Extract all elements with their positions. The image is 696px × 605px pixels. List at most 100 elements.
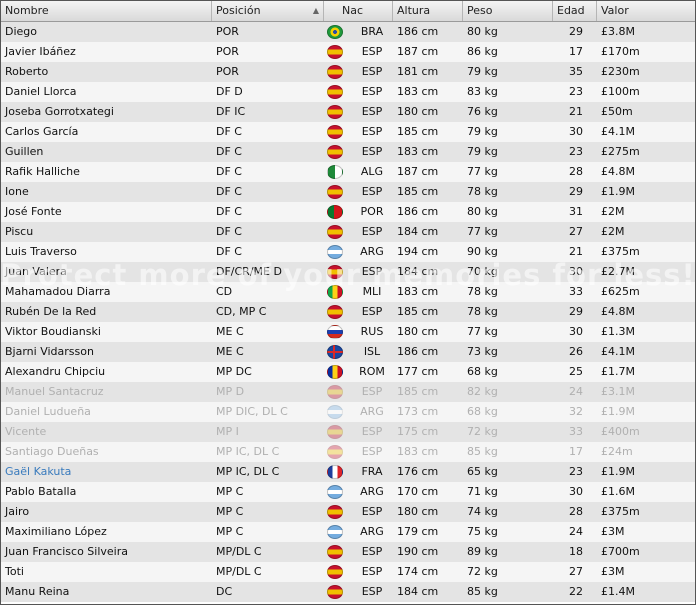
player-name[interactable]: Luis Traverso — [1, 242, 212, 262]
player-height: 180 cm — [397, 325, 439, 338]
player-height: 185 cm — [397, 185, 439, 198]
table-row[interactable]: Mahamadou Diarra CD MLI 183 cm 78 kg 33 £625m — [1, 282, 695, 302]
column-header-nombre[interactable]: Nombre — [1, 1, 212, 21]
table-row[interactable]: Bjarni Vidarsson ME C ISL 186 cm 73 kg 26 £4.1… — [1, 342, 695, 362]
player-name[interactable]: Alexandru Chipciu — [1, 362, 212, 382]
table-row[interactable]: Rubén De la Red CD, MP C ESP 185 cm 78 kg 29 £… — [1, 302, 695, 322]
player-name[interactable]: Juan Francisco Silveira — [1, 542, 212, 562]
player-name[interactable]: Maximiliano López — [1, 522, 212, 542]
player-name[interactable]: Manu Reina — [1, 582, 212, 602]
player-weight: 85 kg — [467, 445, 498, 458]
player-name[interactable]: Jairo — [1, 502, 212, 522]
table-row[interactable]: Jairo MP C ESP 180 cm 74 kg 28 £375m — [1, 502, 695, 522]
player-height: 185 cm — [397, 125, 439, 138]
table-row[interactable]: Carlos García DF C ESP 185 cm 79 kg 30 £4.1M — [1, 122, 695, 142]
player-value: £3M — [601, 565, 625, 578]
column-header-edad[interactable]: Edad — [553, 1, 597, 21]
table-row[interactable]: Gaël Kakuta MP IC, DL C FRA 176 cm 65 kg 23 £1… — [1, 462, 695, 482]
player-name[interactable]: José Fonte — [1, 202, 212, 222]
table-row[interactable]: Pablo Batalla MP C ARG 170 cm 71 kg 30 £1.6M — [1, 482, 695, 502]
table-row[interactable]: Diego POR BRA 186 cm 80 kg 29 £3.8M — [1, 22, 695, 42]
player-weight: 75 kg — [467, 525, 498, 538]
player-nationality: POR — [360, 205, 384, 218]
player-name[interactable]: Toti — [1, 562, 212, 582]
column-header-label: Nombre — [5, 4, 49, 17]
flag-cell — [327, 585, 343, 599]
player-name[interactable]: Rafik Halliche — [1, 162, 212, 182]
table-row[interactable]: Manu Reina DC ESP 184 cm 85 kg 22 £1.4M — [1, 582, 695, 602]
player-name[interactable]: Ione — [1, 182, 212, 202]
player-name[interactable]: Gaël Kakuta — [1, 462, 212, 482]
table-row[interactable]: Vicente MP I ESP 175 cm 72 kg 33 £400m — [1, 422, 695, 442]
player-weight: 80 kg — [467, 25, 498, 38]
player-name[interactable]: Daniel Ludueña — [1, 402, 212, 422]
player-height: 184 cm — [397, 265, 439, 278]
player-name[interactable]: Piscu — [1, 222, 212, 242]
player-age: 30 — [569, 485, 583, 498]
table-row[interactable]: Alexandru Chipciu MP DC ROM 177 cm 68 kg 25 £1… — [1, 362, 695, 382]
player-name[interactable]: Santiago Dueñas — [1, 442, 212, 462]
player-value: £1.3M — [601, 325, 635, 338]
player-name[interactable]: Rubén De la Red — [1, 302, 212, 322]
table-row[interactable]: Guillen DF C ESP 183 cm 79 kg 23 £275m — [1, 142, 695, 162]
table-row[interactable]: Daniel Llorca DF D ESP 183 cm 83 kg 23 £100m — [1, 82, 695, 102]
player-value: £2M — [601, 205, 625, 218]
player-value: £1.6M — [601, 485, 635, 498]
player-weight: 79 kg — [467, 145, 498, 158]
player-age: 26 — [569, 345, 583, 358]
player-height: 187 cm — [397, 165, 439, 178]
table-row[interactable]: Manuel Santacruz MP D ESP 185 cm 82 kg 24 £3.1… — [1, 382, 695, 402]
player-name[interactable]: Mahamadou Diarra — [1, 282, 212, 302]
player-name[interactable]: Manuel Santacruz — [1, 382, 212, 402]
player-name[interactable]: Carlos García — [1, 122, 212, 142]
table-row[interactable]: Roberto POR ESP 181 cm 79 kg 35 £230m — [1, 62, 695, 82]
player-name[interactable]: Joseba Gorrotxategi — [1, 102, 212, 122]
player-name[interactable]: Diego — [1, 22, 212, 42]
player-value: £625m — [601, 285, 640, 298]
table-row[interactable]: Javier Ibáñez POR ESP 187 cm 86 kg 17 £170m — [1, 42, 695, 62]
table-row[interactable]: Luis Traverso DF C ARG 194 cm 90 kg 21 £375m — [1, 242, 695, 262]
player-position: MP DIC, DL C — [216, 405, 288, 418]
player-name[interactable]: Pablo Batalla — [1, 482, 212, 502]
player-value: £375m — [601, 245, 640, 258]
player-name[interactable]: Bjarni Vidarsson — [1, 342, 212, 362]
player-name[interactable]: Javier Ibáñez — [1, 42, 212, 62]
player-value: £1.9M — [601, 185, 635, 198]
table-row[interactable]: Piscu DF C ESP 184 cm 77 kg 27 £2M — [1, 222, 695, 242]
player-weight: 83 kg — [467, 85, 498, 98]
table-row[interactable]: Juan Valera DF/CR/ME D ESP 184 cm 70 kg 30 £2.… — [1, 262, 695, 282]
spain-flag-icon — [327, 45, 343, 59]
column-header-altura[interactable]: Altura — [393, 1, 463, 21]
player-name[interactable]: Juan Valera — [1, 262, 212, 282]
table-row[interactable]: José Fonte DF C POR 186 cm 80 kg 31 £2M — [1, 202, 695, 222]
column-header-nac[interactable]: Nac — [324, 1, 393, 21]
table-row[interactable]: Daniel Ludueña MP DIC, DL C ARG 173 cm 68 kg… — [1, 402, 695, 422]
player-name[interactable]: Guillen — [1, 142, 212, 162]
player-nationality: ESP — [361, 125, 383, 138]
table-row[interactable]: Juan Francisco Silveira MP/DL C ESP 190 cm 8… — [1, 542, 695, 562]
player-name[interactable]: Daniel Llorca — [1, 82, 212, 102]
column-header-peso[interactable]: Peso — [463, 1, 553, 21]
table-row[interactable]: Santiago Dueñas MP IC, DL C ESP 183 cm 85 kg… — [1, 442, 695, 462]
flag-cell — [327, 425, 343, 439]
player-age: 17 — [569, 445, 583, 458]
player-name[interactable]: Viktor Boudianski — [1, 322, 212, 342]
table-row[interactable]: Maximiliano López MP C ARG 179 cm 75 kg 24 £3M — [1, 522, 695, 542]
player-value: £100m — [601, 85, 640, 98]
sort-ascending-icon: ▲ — [312, 6, 319, 15]
player-name[interactable]: Vicente — [1, 422, 212, 442]
table-row[interactable]: Ione DF C ESP 185 cm 78 kg 29 £1.9M — [1, 182, 695, 202]
argentina-flag-icon — [327, 525, 343, 539]
player-weight: 68 kg — [467, 405, 498, 418]
table-row[interactable]: Viktor Boudianski ME C RUS 180 cm 77 kg 30 £1.… — [1, 322, 695, 342]
table-row[interactable]: Toti MP/DL C ESP 174 cm 72 kg 27 £3M — [1, 562, 695, 582]
player-height: 183 cm — [397, 285, 439, 298]
flag-cell — [327, 325, 343, 339]
spain-flag-icon — [327, 145, 343, 159]
column-header-valor[interactable]: Valor — [597, 1, 695, 21]
player-age: 22 — [569, 585, 583, 598]
table-row[interactable]: Joseba Gorrotxategi DF IC ESP 180 cm 76 kg 21… — [1, 102, 695, 122]
player-name[interactable]: Roberto — [1, 62, 212, 82]
table-row[interactable]: Rafik Halliche DF C ALG 187 cm 77 kg 28 £4.8M — [1, 162, 695, 182]
column-header-posicion[interactable]: Posición ▲ — [212, 1, 324, 21]
